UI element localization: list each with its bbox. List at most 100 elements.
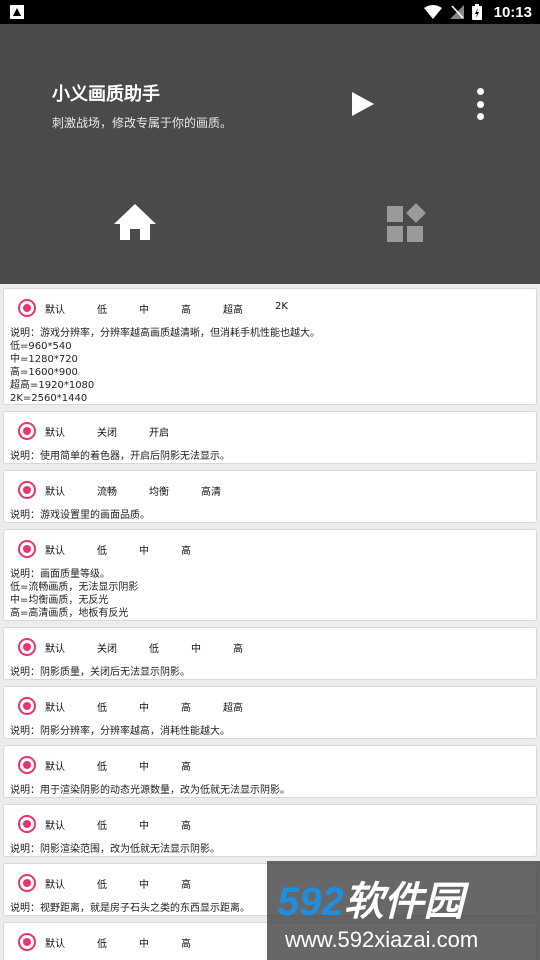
option-default[interactable]: 默认 bbox=[45, 483, 65, 498]
option-medium[interactable]: 中 bbox=[139, 542, 149, 557]
option-off[interactable]: 关闭 bbox=[97, 640, 117, 655]
option-low[interactable]: 低 bbox=[97, 699, 107, 714]
option-ultra[interactable]: 超高 bbox=[223, 301, 243, 316]
option-low[interactable]: 低 bbox=[97, 758, 107, 773]
option-ultra[interactable]: 超高 bbox=[223, 699, 243, 714]
clock: 10:13 bbox=[493, 3, 532, 21]
option-high[interactable]: 高 bbox=[181, 876, 191, 891]
option-default[interactable]: 默认 bbox=[45, 876, 65, 891]
selected-radio-icon[interactable] bbox=[18, 299, 36, 317]
notification-icon bbox=[10, 5, 24, 19]
option-smooth[interactable]: 流畅 bbox=[97, 483, 117, 498]
selected-radio-icon[interactable] bbox=[18, 933, 36, 951]
option-low[interactable]: 低 bbox=[97, 817, 107, 832]
selected-radio-icon[interactable] bbox=[18, 481, 36, 499]
option-row: 默认 低 中 高 bbox=[18, 756, 518, 774]
option-row: 默认 关闭 低 中 高 bbox=[18, 638, 518, 656]
wifi-icon bbox=[423, 5, 442, 19]
setting-description: 说明：使用简单的着色器，开启后阴影无法显示。 bbox=[10, 451, 230, 462]
option-medium[interactable]: 中 bbox=[139, 699, 149, 714]
setting-description: 说明：画面质量等级。 低=流畅画质，无法显示阴影 中=均衡画质，无反光 高=高清… bbox=[10, 569, 139, 619]
option-medium[interactable]: 中 bbox=[139, 758, 149, 773]
selected-radio-icon[interactable] bbox=[18, 874, 36, 892]
option-medium[interactable]: 中 bbox=[139, 301, 149, 316]
status-bar: 10:13 bbox=[0, 0, 540, 24]
option-hd[interactable]: 高清 bbox=[201, 483, 221, 498]
option-row: 默认 流畅 均衡 高清 bbox=[18, 481, 518, 499]
app-header: 小义画质助手 刺激战场，修改专属于你的画质。 bbox=[0, 24, 540, 284]
option-row: 默认 低 中 高 bbox=[18, 540, 518, 558]
setting-description: 说明：游戏设置里的画面品质。 bbox=[10, 510, 150, 521]
setting-card-simple-shader: 默认 关闭 开启 说明：使用简单的着色器，开启后阴影无法显示。 bbox=[3, 411, 537, 464]
option-default[interactable]: 默认 bbox=[45, 301, 65, 316]
setting-card-shadow-quality: 默认 关闭 低 中 高 说明：阴影质量，关闭后无法显示阴影。 bbox=[3, 627, 537, 680]
option-high[interactable]: 高 bbox=[181, 301, 191, 316]
selected-radio-icon[interactable] bbox=[18, 756, 36, 774]
option-high[interactable]: 高 bbox=[181, 542, 191, 557]
watermark-logo: 592软件园 www.592xiazai.com bbox=[267, 861, 540, 960]
option-row: 默认 低 中 高 超高 bbox=[18, 697, 518, 715]
selected-radio-icon[interactable] bbox=[18, 815, 36, 833]
option-low[interactable]: 低 bbox=[97, 935, 107, 950]
option-default[interactable]: 默认 bbox=[45, 542, 65, 557]
option-medium[interactable]: 中 bbox=[191, 640, 201, 655]
option-high[interactable]: 高 bbox=[181, 699, 191, 714]
watermark-brand-number: 592 bbox=[277, 880, 344, 924]
selected-radio-icon[interactable] bbox=[18, 422, 36, 440]
more-dot-icon bbox=[476, 88, 484, 95]
settings-list[interactable]: 默认 低 中 高 超高 2K 说明：游戏分辨率，分辨率越高画质越清晰，但消耗手机… bbox=[0, 284, 540, 960]
option-row: 默认 关闭 开启 bbox=[18, 422, 518, 440]
widgets-tab-button[interactable] bbox=[383, 202, 427, 246]
option-low[interactable]: 低 bbox=[97, 542, 107, 557]
option-default[interactable]: 默认 bbox=[45, 817, 65, 832]
setting-description: 说明：阴影分辨率，分辨率越高，消耗性能越大。 bbox=[10, 726, 230, 737]
option-balanced[interactable]: 均衡 bbox=[149, 483, 169, 498]
watermark-brand-text: 软件园 bbox=[343, 880, 464, 924]
option-low[interactable]: 低 bbox=[149, 640, 159, 655]
option-high[interactable]: 高 bbox=[233, 640, 243, 655]
battery-charging-icon bbox=[471, 4, 482, 20]
setting-description: 说明：用于渲染阴影的动态光源数量，改为低就无法显示阴影。 bbox=[10, 785, 290, 796]
watermark-url: www.592xiazai.com bbox=[285, 927, 479, 952]
more-options-button[interactable] bbox=[466, 86, 494, 122]
setting-card-graphics-quality: 默认 流畅 均衡 高清 说明：游戏设置里的画面品质。 bbox=[3, 470, 537, 523]
option-default[interactable]: 默认 bbox=[45, 640, 65, 655]
setting-description: 说明：游戏分辨率，分辨率越高画质越清晰，但消耗手机性能也越大。 低=960*54… bbox=[10, 328, 320, 404]
option-medium[interactable]: 中 bbox=[139, 935, 149, 950]
option-default[interactable]: 默认 bbox=[45, 424, 65, 439]
option-row: 默认 低 中 高 bbox=[18, 815, 518, 833]
option-high[interactable]: 高 bbox=[181, 817, 191, 832]
option-low[interactable]: 低 bbox=[97, 876, 107, 891]
more-dot-icon bbox=[476, 113, 484, 120]
app-subtitle: 刺激战场，修改专属于你的画质。 bbox=[52, 116, 233, 130]
selected-radio-icon[interactable] bbox=[18, 540, 36, 558]
option-low[interactable]: 低 bbox=[97, 301, 107, 316]
setting-description: 说明：视野距离，就是房子石头之类的东西显示距离。 bbox=[10, 903, 250, 914]
home-tab-button[interactable] bbox=[112, 200, 158, 246]
option-medium[interactable]: 中 bbox=[139, 817, 149, 832]
selected-radio-icon[interactable] bbox=[18, 638, 36, 656]
option-default[interactable]: 默认 bbox=[45, 699, 65, 714]
option-2k[interactable]: 2K bbox=[275, 301, 288, 312]
setting-card-quality-level: 默认 低 中 高 说明：画面质量等级。 低=流畅画质，无法显示阴影 中=均衡画质… bbox=[3, 529, 537, 621]
setting-description: 说明：阴影渲染范围，改为低就无法显示阴影。 bbox=[10, 844, 220, 855]
setting-card-shadow-range: 默认 低 中 高 说明：阴影渲染范围，改为低就无法显示阴影。 bbox=[3, 804, 537, 857]
option-medium[interactable]: 中 bbox=[139, 876, 149, 891]
option-off[interactable]: 关闭 bbox=[97, 424, 117, 439]
option-on[interactable]: 开启 bbox=[149, 424, 169, 439]
more-dot-icon bbox=[476, 100, 484, 108]
option-default[interactable]: 默认 bbox=[45, 935, 65, 950]
setting-card-resolution: 默认 低 中 高 超高 2K 说明：游戏分辨率，分辨率越高画质越清晰，但消耗手机… bbox=[3, 288, 537, 405]
status-icons: 10:13 bbox=[423, 0, 532, 24]
option-high[interactable]: 高 bbox=[181, 935, 191, 950]
option-default[interactable]: 默认 bbox=[45, 758, 65, 773]
watermark-brand: 592软件园 bbox=[277, 869, 464, 927]
option-high[interactable]: 高 bbox=[181, 758, 191, 773]
play-button[interactable] bbox=[350, 90, 376, 118]
app-title: 小义画质助手 bbox=[52, 84, 160, 105]
setting-card-dynamic-lights: 默认 低 中 高 说明：用于渲染阴影的动态光源数量，改为低就无法显示阴影。 bbox=[3, 745, 537, 798]
setting-description: 说明：阴影质量，关闭后无法显示阴影。 bbox=[10, 667, 190, 678]
setting-card-shadow-resolution: 默认 低 中 高 超高 说明：阴影分辨率，分辨率越高，消耗性能越大。 bbox=[3, 686, 537, 739]
no-signal-icon bbox=[449, 5, 464, 19]
selected-radio-icon[interactable] bbox=[18, 697, 36, 715]
